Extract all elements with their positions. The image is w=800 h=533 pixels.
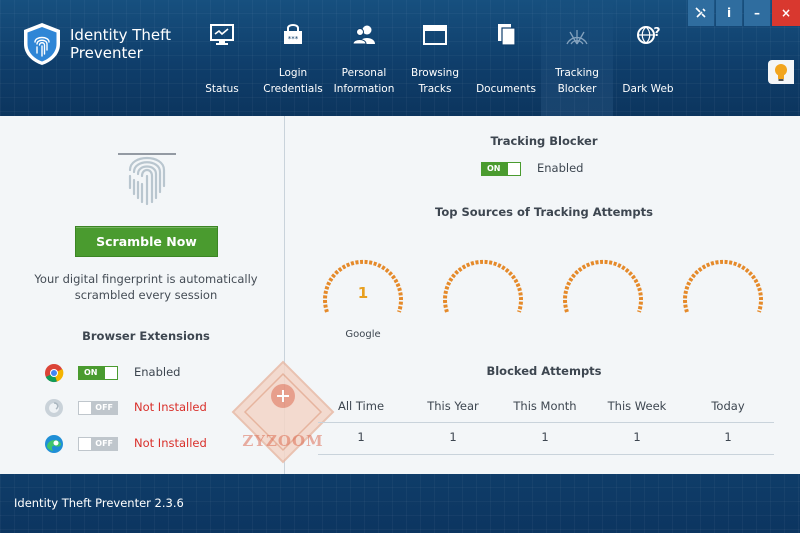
nav-login-credentials[interactable]: *** Login Credentials — [257, 0, 329, 116]
gauge-label: Google — [345, 329, 381, 340]
chrome-extension-toggle[interactable]: ON — [78, 366, 118, 380]
globe-question-icon: ? — [637, 25, 660, 44]
tips-button[interactable] — [768, 60, 794, 84]
nav-dark-web[interactable]: ? Dark Web — [612, 0, 684, 116]
tracking-blocker-status: Enabled — [537, 161, 584, 175]
info-button[interactable]: i — [716, 0, 742, 26]
blocked-count-this-week: 1 — [633, 430, 641, 444]
svg-text:***: *** — [288, 35, 299, 43]
edge-icon — [45, 435, 63, 453]
tracking-source-gauge — [683, 259, 763, 313]
blocked-count-this-month: 1 — [541, 430, 549, 444]
blocked-count-this-year: 1 — [449, 430, 457, 444]
svg-text:?: ? — [654, 25, 660, 39]
toggle-label: ON — [487, 164, 501, 173]
blocked-count-today: 1 — [724, 430, 732, 444]
password-icon: *** — [284, 24, 302, 44]
table-divider — [318, 422, 774, 423]
toggle-knob — [508, 163, 520, 175]
chrome-icon — [45, 364, 64, 383]
app-header: Identity Theft Preventer Status *** Logi… — [0, 0, 800, 116]
toggle-label: OFF — [95, 403, 113, 412]
edge-extension-status: Not Installed — [134, 436, 207, 450]
blocked-header-today: Today — [711, 399, 745, 413]
toggle-label: ON — [84, 368, 98, 377]
lightbulb-icon — [775, 64, 787, 81]
app-footer: Identity Theft Preventer 2.3.6 — [0, 474, 800, 533]
app-title: Identity Theft Preventer — [70, 26, 172, 62]
tracking-blocker-toggle[interactable]: ON — [481, 162, 521, 176]
firefox-extension-toggle[interactable]: OFF — [78, 401, 118, 415]
table-bottom-border — [318, 454, 774, 455]
monitor-icon — [210, 24, 234, 45]
chrome-extension-status: Enabled — [134, 365, 181, 379]
close-button[interactable]: × — [772, 0, 800, 26]
nav-status[interactable]: Status — [186, 0, 258, 116]
blocked-header-this-year: This Year — [427, 399, 479, 413]
nav-darkweb-label: Dark Web — [622, 83, 674, 95]
nav-tracking-blocker[interactable]: Tracking Blocker — [541, 0, 613, 116]
radar-icon — [566, 30, 588, 45]
minimize-button[interactable]: – — [744, 0, 770, 26]
toggle-label: OFF — [95, 439, 113, 448]
nav-browsing-tracks[interactable]: Browsing Tracks — [399, 0, 471, 116]
nav-personal-information[interactable]: Personal Information — [328, 0, 400, 116]
fingerprint-icon — [118, 153, 176, 206]
scramble-description: Your digital fingerprint is automaticall… — [34, 272, 258, 302]
blocked-count-all-time: 1 — [357, 430, 365, 444]
browser-extensions-title: Browser Extensions — [82, 329, 210, 343]
blocked-header-this-month: This Month — [513, 399, 577, 413]
tools-icon — [695, 7, 706, 18]
top-sources-title: Top Sources of Tracking Attempts — [435, 205, 653, 219]
firefox-icon — [45, 399, 63, 417]
users-icon — [352, 25, 375, 45]
blocked-header-this-week: This Week — [607, 399, 667, 413]
toggle-knob — [105, 367, 117, 379]
scramble-now-button[interactable]: Scramble Now — [75, 226, 218, 257]
tracking-source-gauge — [443, 259, 523, 313]
gauge-value: 1 — [357, 284, 369, 302]
app-version: Identity Theft Preventer 2.3.6 — [14, 496, 184, 510]
toggle-knob — [79, 402, 91, 414]
blocked-attempts-title: Blocked Attempts — [486, 364, 602, 378]
main-content: Scramble Now Your digital fingerprint is… — [0, 116, 800, 474]
shield-fingerprint-logo-icon — [24, 23, 60, 65]
nav-documents[interactable]: Documents — [470, 0, 542, 116]
browser-window-icon — [423, 25, 447, 45]
tracking-blocker-title: Tracking Blocker — [490, 134, 598, 148]
edge-extension-toggle[interactable]: OFF — [78, 437, 118, 451]
firefox-extension-status: Not Installed — [134, 400, 207, 414]
tracking-source-gauge — [563, 259, 643, 313]
blocked-header-all-time: All Time — [337, 399, 385, 413]
documents-icon — [498, 24, 516, 46]
toggle-knob — [79, 438, 91, 450]
tools-button[interactable] — [688, 0, 714, 26]
